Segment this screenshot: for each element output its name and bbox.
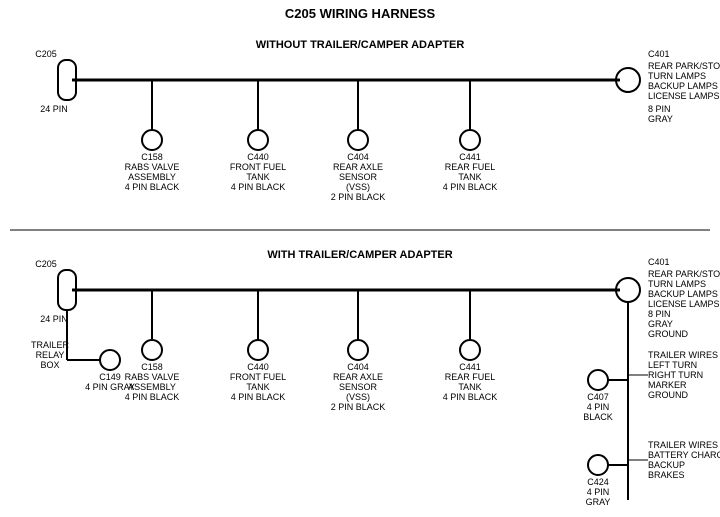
c440-s2-text1: FRONT FUEL [230, 372, 286, 382]
c441-text3: 4 PIN BLACK [443, 182, 498, 192]
c440-label-1: C440 [247, 152, 269, 162]
c158-s2-text2: ASSEMBLY [128, 382, 176, 392]
c401-s2-text3: BACKUP LAMPS [648, 289, 718, 299]
c158-text3: 4 PIN BLACK [125, 182, 180, 192]
c407-desc2: LEFT TURN [648, 360, 697, 370]
trailer-relay-text2: RELAY [36, 350, 65, 360]
c407-text1: 4 PIN [587, 402, 610, 412]
c404-s2-text4: 2 PIN BLACK [331, 402, 386, 412]
c407-desc1: TRAILER WIRES [648, 350, 718, 360]
c440-text2: TANK [246, 172, 269, 182]
c441-text1: REAR FUEL [445, 162, 496, 172]
c404-label-1: C404 [347, 152, 369, 162]
c401-s2-ground: GROUND [648, 329, 688, 339]
c158-text1: RABS VALVE [125, 162, 180, 172]
c158-label-1: C158 [141, 152, 163, 162]
c441-label-1: C441 [459, 152, 481, 162]
c401-text1: REAR PARK/STOP [648, 61, 720, 71]
c404-s2-text3: (VSS) [346, 392, 370, 402]
c404-text2: SENSOR [339, 172, 378, 182]
c404-text3: (VSS) [346, 182, 370, 192]
section2-title: WITH TRAILER/CAMPER ADAPTER [267, 249, 452, 261]
c407-text2: BLACK [583, 412, 613, 422]
c158-s2-text3: 4 PIN BLACK [125, 392, 180, 402]
c440-text3: 4 PIN BLACK [231, 182, 286, 192]
c441-s2-text1: REAR FUEL [445, 372, 496, 382]
section1-title: WITHOUT TRAILER/CAMPER ADAPTER [256, 39, 465, 51]
trailer-relay-text: TRAILER [31, 340, 70, 350]
c404-text4: 2 PIN BLACK [331, 192, 386, 202]
c401-pin-1: 8 PIN [648, 104, 671, 114]
c205-pin-2: 24 PIN [40, 314, 68, 324]
c440-text1: FRONT FUEL [230, 162, 286, 172]
c407-desc5: GROUND [648, 390, 688, 400]
c440-s2-text2: TANK [246, 382, 269, 392]
c205-label-2: C205 [35, 259, 57, 269]
c401-text2: TURN LAMPS [648, 71, 706, 81]
c401-label-2: C401 [648, 257, 670, 267]
c424-desc3: BACKUP [648, 460, 685, 470]
c441-text2: TANK [458, 172, 481, 182]
c404-s2-text2: SENSOR [339, 382, 378, 392]
c440-s2-text3: 4 PIN BLACK [231, 392, 286, 402]
c424-desc4: BRAKES [648, 470, 685, 480]
c407-desc3: RIGHT TURN [648, 370, 703, 380]
c407-desc4: MARKER [648, 380, 687, 390]
c401-s2-text1: REAR PARK/STOP [648, 269, 720, 279]
c401-s2-pin: 8 PIN [648, 309, 671, 319]
c424-text1: 4 PIN [587, 487, 610, 497]
c404-text1: REAR AXLE [333, 162, 383, 172]
c205-pin-1: 24 PIN [40, 104, 68, 114]
c424-desc1: TRAILER WIRES [648, 440, 718, 450]
c441-s2-text3: 4 PIN BLACK [443, 392, 498, 402]
c404-label-2: C404 [347, 362, 369, 372]
c441-s2-text2: TANK [458, 382, 481, 392]
c424-label: C424 [587, 477, 609, 487]
c440-label-2: C440 [247, 362, 269, 372]
c424-desc2: BATTERY CHARGE [648, 450, 720, 460]
diagram-container: C205 WIRING HARNESS WITHOUT TRAILER/CAMP… [0, 0, 720, 517]
c158-s2-text1: RABS VALVE [125, 372, 180, 382]
c401-label-1: C401 [648, 49, 670, 59]
c401-color-1: GRAY [648, 114, 673, 124]
diagram-title: C205 WIRING HARNESS [285, 6, 436, 21]
c401-s2-text2: TURN LAMPS [648, 279, 706, 289]
c149-label: C149 [99, 372, 121, 382]
c404-s2-text1: REAR AXLE [333, 372, 383, 382]
c401-s2-text4: LICENSE LAMPS [648, 299, 720, 309]
c401-s2-color: GRAY [648, 319, 673, 329]
c401-text3: BACKUP LAMPS [648, 81, 718, 91]
trailer-relay-text3: BOX [40, 360, 59, 370]
c424-text2: GRAY [586, 497, 611, 507]
c158-label-2: C158 [141, 362, 163, 372]
c407-label: C407 [587, 392, 609, 402]
c441-label-2: C441 [459, 362, 481, 372]
c158-text2: ASSEMBLY [128, 172, 176, 182]
c401-text4: LICENSE LAMPS [648, 91, 720, 101]
c205-label-1: C205 [35, 49, 57, 59]
